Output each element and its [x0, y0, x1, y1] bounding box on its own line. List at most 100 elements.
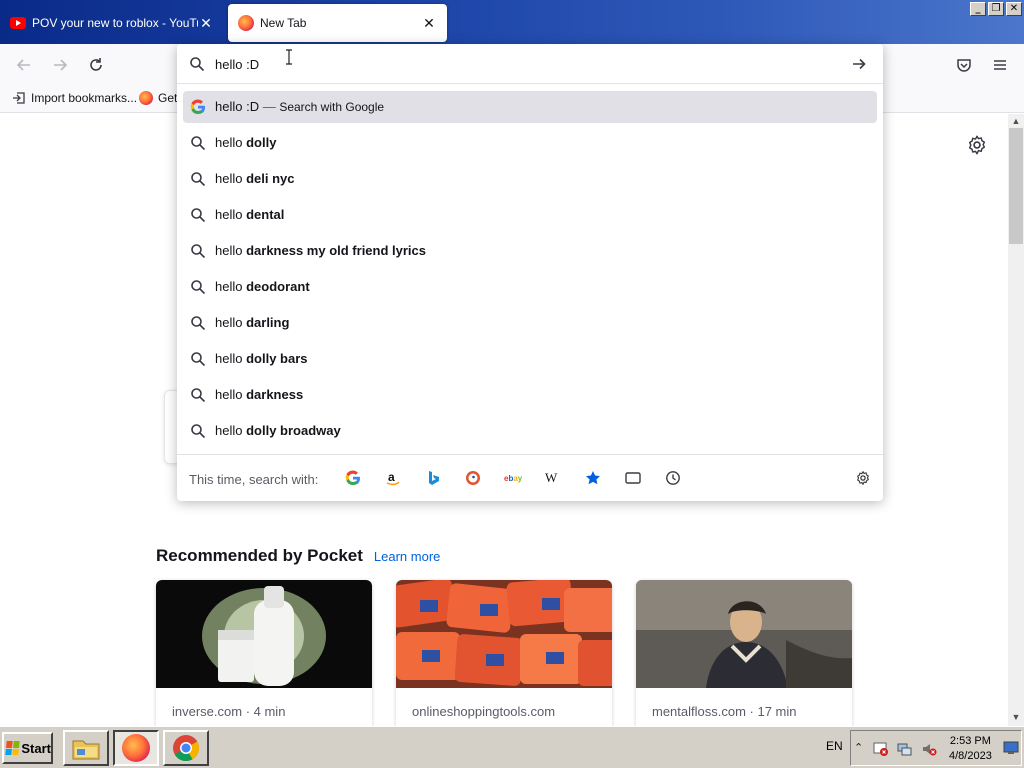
- suggestion-completion: dolly: [246, 135, 277, 150]
- suggestion-item[interactable]: hello deli nyc: [183, 163, 877, 195]
- urlbar-popup: hello :D hello :D — Search with Google h…: [177, 44, 883, 501]
- window-controls: _ ❐ ✕: [970, 2, 1022, 16]
- menu-button[interactable]: [988, 53, 1012, 77]
- close-tab-icon[interactable]: ✕: [198, 15, 214, 31]
- pocket-icon: [957, 59, 971, 72]
- taskbar: Start EN ⌃ 2:53 PM 4/8/2023: [0, 726, 1024, 768]
- pocket-card[interactable]: inverse.com · 4 min: [156, 580, 372, 726]
- suggestion-completion: deli nyc: [246, 171, 295, 186]
- taskbar-file-explorer[interactable]: [63, 730, 109, 766]
- urlbar[interactable]: hello :D: [177, 44, 883, 84]
- import-bookmarks-button[interactable]: Import bookmarks...: [12, 91, 137, 105]
- tab-strip: POV your new to roblox - YouTube ✕ New T…: [0, 0, 1024, 44]
- back-button[interactable]: [12, 53, 36, 77]
- suggestion-text: hello darkness my old friend lyrics: [215, 243, 426, 258]
- page-settings-button[interactable]: [966, 134, 988, 156]
- svg-text:a: a: [388, 470, 395, 484]
- pocket-card[interactable]: onlineshoppingtools.com: [396, 580, 612, 726]
- suggestion-completion: deodorant: [246, 279, 310, 294]
- suggestion-text: hello dolly bars: [215, 351, 308, 366]
- scroll-thumb[interactable]: [1009, 128, 1023, 244]
- clock-time: 2:53 PM: [949, 735, 991, 747]
- pocket-button[interactable]: [952, 53, 976, 77]
- security-alert-icon[interactable]: [873, 741, 889, 757]
- show-desktop-icon[interactable]: [1003, 741, 1019, 755]
- google-icon[interactable]: [344, 469, 362, 487]
- suggestion-item[interactable]: hello darling: [183, 307, 877, 339]
- card-source: onlineshoppingtools.com: [412, 704, 556, 719]
- suggestion-item[interactable]: hello dolly bars: [183, 343, 877, 375]
- tabs-icon[interactable]: [624, 469, 642, 487]
- suggestion-item[interactable]: hello dental: [183, 199, 877, 231]
- suggestion-prefix: hello: [215, 279, 243, 294]
- close-tab-icon[interactable]: ✕: [421, 15, 437, 31]
- scroll-down-icon[interactable]: ▼: [1008, 710, 1024, 724]
- suggestion-action: Search with Google: [279, 100, 385, 114]
- bookmark-get[interactable]: Get: [139, 91, 177, 105]
- card-source: inverse.com · 4 min: [172, 704, 286, 719]
- ebay-icon[interactable]: ebay: [504, 469, 522, 487]
- suggestion-item[interactable]: hello deodorant: [183, 271, 877, 303]
- suggestion-separator: —: [262, 99, 276, 114]
- pocket-header: Recommended by Pocket Learn more: [156, 546, 440, 566]
- firefox-icon: [238, 15, 254, 31]
- minimize-button[interactable]: _: [970, 2, 986, 16]
- search-icon: [190, 171, 206, 187]
- suggestion-prefix: hello: [215, 207, 243, 222]
- tab-title: New Tab: [260, 16, 307, 30]
- wikipedia-icon[interactable]: W: [544, 469, 562, 487]
- search-with-label: This time, search with:: [189, 472, 319, 487]
- bookmarks-icon[interactable]: [584, 469, 602, 487]
- bookmark-label: Get: [158, 91, 178, 105]
- suggestion-item[interactable]: hello dolly: [183, 127, 877, 159]
- duckduckgo-icon[interactable]: [464, 469, 482, 487]
- volume-muted-icon[interactable]: [921, 741, 937, 757]
- section-title: Recommended by Pocket: [156, 546, 363, 565]
- tab-youtube[interactable]: POV your new to roblox - YouTube ✕: [0, 4, 224, 42]
- go-arrow-button[interactable]: [851, 56, 867, 75]
- page-scrollbar[interactable]: ▲ ▼: [1008, 114, 1024, 726]
- scroll-up-icon[interactable]: ▲: [1008, 114, 1024, 128]
- card-image: [156, 580, 372, 688]
- history-icon[interactable]: [664, 469, 682, 487]
- clock[interactable]: 2:53 PM 4/8/2023: [949, 734, 992, 764]
- suggestion-prefix: hello: [215, 387, 243, 402]
- search-icon: [190, 243, 206, 259]
- restore-button[interactable]: ❐: [988, 2, 1004, 16]
- taskbar-chrome[interactable]: [163, 730, 209, 766]
- taskbar-firefox[interactable]: [113, 730, 159, 766]
- firefox-icon: [122, 734, 150, 762]
- show-hidden-icons-icon[interactable]: ⌃: [854, 741, 863, 754]
- search-icon: [189, 56, 205, 75]
- learn-more-link[interactable]: Learn more: [374, 549, 440, 564]
- suggestion-search-google[interactable]: hello :D — Search with Google: [183, 91, 877, 123]
- close-window-button[interactable]: ✕: [1006, 2, 1022, 16]
- tab-new-tab[interactable]: New Tab ✕: [228, 4, 447, 42]
- search-settings-button[interactable]: [854, 469, 872, 487]
- language-indicator[interactable]: EN: [826, 739, 843, 753]
- chrome-icon: [173, 735, 200, 762]
- urlbar-input[interactable]: hello :D: [215, 57, 259, 72]
- suggestion-prefix: hello: [215, 423, 243, 438]
- search-icon: [190, 423, 206, 439]
- suggestion-completion: darkness: [246, 387, 304, 402]
- suggestion-prefix: hello: [215, 315, 243, 330]
- search-icon: [190, 315, 206, 331]
- suggestion-prefix: hello: [215, 135, 243, 150]
- start-button[interactable]: Start: [2, 732, 53, 764]
- search-icon: [190, 351, 206, 367]
- reload-button[interactable]: [84, 53, 108, 77]
- network-icon[interactable]: [897, 741, 913, 757]
- suggestion-item[interactable]: hello darkness: [183, 379, 877, 411]
- bing-icon[interactable]: [424, 469, 442, 487]
- suggestion-item[interactable]: hello darkness my old friend lyrics: [183, 235, 877, 267]
- windows-logo-icon: [5, 741, 21, 755]
- arrow-left-icon: [16, 59, 30, 71]
- suggestion-completion: dolly bars: [246, 351, 308, 366]
- suggestion-item[interactable]: hello dolly broadway: [183, 415, 877, 447]
- pocket-card[interactable]: mentalfloss.com · 17 min: [636, 580, 852, 726]
- forward-button[interactable]: [48, 53, 72, 77]
- suggestion-completion: darling: [246, 315, 290, 330]
- google-icon: [190, 99, 206, 115]
- amazon-icon[interactable]: a: [384, 469, 402, 487]
